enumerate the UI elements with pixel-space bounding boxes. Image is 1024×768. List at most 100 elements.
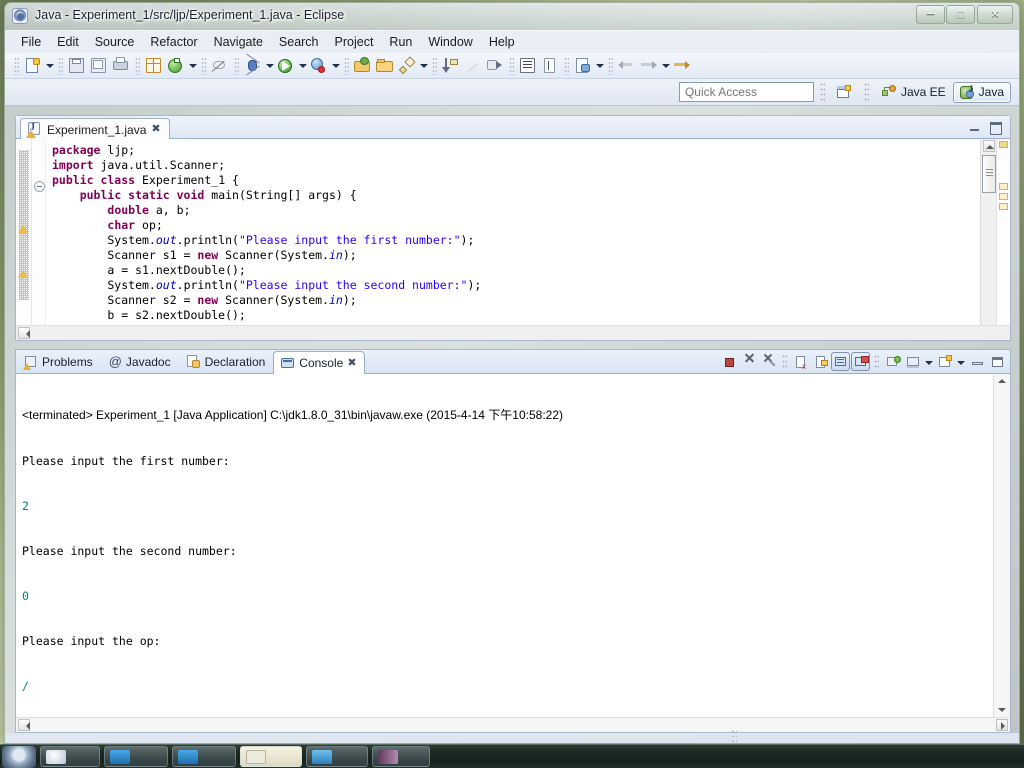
- open-task-icon[interactable]: [374, 55, 396, 77]
- last-edit-location-icon[interactable]: [484, 55, 506, 77]
- toggle-mark-occurrences-icon[interactable]: [517, 55, 539, 77]
- menu-project[interactable]: Project: [327, 33, 382, 51]
- menu-file[interactable]: File: [13, 33, 49, 51]
- overview-warning-marker[interactable]: [999, 193, 1008, 200]
- new-java-class-icon[interactable]: [572, 55, 594, 77]
- tab-javadoc[interactable]: @ Javadoc: [101, 350, 179, 373]
- scroll-up-arrow[interactable]: [983, 140, 995, 152]
- next-annotation-icon[interactable]: [440, 55, 462, 77]
- show-console-on-output-icon[interactable]: [831, 352, 850, 371]
- editor-vertical-scrollbar[interactable]: [980, 139, 996, 340]
- next-icon[interactable]: [671, 55, 693, 77]
- code-editor[interactable]: package ljp; import java.util.Scanner; p…: [46, 139, 980, 340]
- scroll-right-arrow[interactable]: [996, 719, 1008, 731]
- taskbar-item[interactable]: [240, 746, 302, 767]
- close-icon[interactable]: ✖: [347, 357, 356, 369]
- clear-console-icon[interactable]: x: [791, 352, 810, 371]
- terminate-icon[interactable]: [719, 352, 738, 371]
- tab-console[interactable]: Console ✖: [273, 351, 365, 374]
- debug-icon[interactable]: [242, 53, 264, 77]
- overview-warning-marker[interactable]: [999, 203, 1008, 210]
- show-whitespace-icon[interactable]: [539, 55, 561, 77]
- menu-run[interactable]: Run: [381, 33, 420, 51]
- menu-navigate[interactable]: Navigate: [206, 33, 271, 51]
- overview-warning-marker[interactable]: [999, 141, 1008, 148]
- overview-ruler[interactable]: [996, 139, 1010, 340]
- console-output[interactable]: <terminated> Experiment_1 [Java Applicat…: [22, 378, 992, 716]
- search-icon[interactable]: [396, 55, 418, 77]
- menu-source[interactable]: Source: [87, 33, 143, 51]
- resize-grip[interactable]: [731, 729, 737, 743]
- forward-icon[interactable]: [638, 55, 660, 77]
- forward-dropdown-arrow[interactable]: [660, 55, 671, 77]
- external-tools-icon[interactable]: [308, 55, 330, 77]
- new-java-package-icon[interactable]: [143, 55, 165, 77]
- previous-annotation-icon[interactable]: [462, 55, 484, 77]
- scroll-left-arrow[interactable]: [18, 327, 30, 339]
- taskbar-item[interactable]: [40, 746, 100, 767]
- editor-tab-experiment1[interactable]: J Experiment_1.java ✖: [20, 118, 170, 140]
- open-console-icon[interactable]: [935, 352, 954, 371]
- warning-marker[interactable]: [18, 268, 29, 279]
- scroll-lock-icon[interactable]: [811, 352, 830, 371]
- scroll-up-arrow[interactable]: [996, 375, 1008, 387]
- print-icon[interactable]: [110, 55, 132, 77]
- perspective-java-ee[interactable]: Java EE: [875, 82, 953, 103]
- overview-warning-marker[interactable]: [999, 183, 1008, 190]
- open-perspective-icon[interactable]: [836, 84, 852, 100]
- taskbar-item[interactable]: [372, 746, 430, 767]
- folding-ruler[interactable]: [32, 139, 46, 340]
- taskbar-item[interactable]: [306, 746, 368, 767]
- new-wizard-icon[interactable]: [22, 55, 44, 77]
- menu-search[interactable]: Search: [271, 33, 327, 51]
- menu-edit[interactable]: Edit: [49, 33, 87, 51]
- warning-marker[interactable]: [18, 223, 29, 234]
- start-button[interactable]: [2, 745, 36, 768]
- open-console-dropdown-arrow[interactable]: [955, 352, 966, 371]
- save-all-icon[interactable]: [88, 55, 110, 77]
- tab-problems[interactable]: Problems: [16, 350, 101, 373]
- debug-dropdown-arrow[interactable]: [264, 55, 275, 77]
- run-icon[interactable]: [275, 55, 297, 77]
- menu-help[interactable]: Help: [481, 33, 523, 51]
- run-dropdown-arrow[interactable]: [297, 55, 308, 77]
- display-console-dropdown-arrow[interactable]: [923, 352, 934, 371]
- scrollbar-thumb[interactable]: [982, 155, 996, 193]
- marker-ruler[interactable]: [16, 139, 32, 340]
- save-icon[interactable]: [66, 55, 88, 77]
- taskbar-item[interactable]: [172, 746, 236, 767]
- scroll-left-arrow[interactable]: [18, 719, 30, 731]
- search-dropdown-arrow[interactable]: [418, 55, 429, 77]
- new-dropdown-arrow[interactable]: [44, 55, 55, 77]
- console-horizontal-scrollbar[interactable]: [16, 717, 1010, 732]
- menu-window[interactable]: Window: [420, 33, 480, 51]
- remove-launch-icon[interactable]: [739, 352, 758, 371]
- tab-declaration[interactable]: Declaration: [179, 350, 274, 373]
- minimize-button[interactable]: –: [916, 5, 945, 24]
- search-input[interactable]: [678, 82, 814, 102]
- maximize-console-icon[interactable]: [987, 352, 1006, 371]
- back-icon[interactable]: [616, 55, 638, 77]
- open-type-icon[interactable]: [352, 55, 374, 77]
- taskbar-item[interactable]: [104, 746, 168, 767]
- minimize-editor-icon[interactable]: [968, 121, 982, 135]
- display-selected-console-icon[interactable]: [903, 352, 922, 371]
- scroll-down-arrow[interactable]: [996, 704, 1008, 716]
- skip-breakpoints-icon[interactable]: [209, 55, 231, 77]
- console-vertical-scrollbar[interactable]: [993, 374, 1010, 717]
- close-icon[interactable]: ✖: [151, 124, 160, 135]
- collapse-icon[interactable]: [34, 181, 45, 192]
- perspective-java[interactable]: J Java: [952, 81, 1011, 103]
- build-dropdown-arrow[interactable]: [187, 55, 198, 77]
- new-class-dropdown-arrow[interactable]: [594, 55, 605, 77]
- editor-horizontal-scrollbar[interactable]: [16, 325, 1010, 340]
- maximize-editor-icon[interactable]: [988, 120, 1002, 135]
- maximize-button[interactable]: □: [946, 5, 975, 24]
- close-button[interactable]: ✕: [977, 5, 1013, 24]
- external-tools-dropdown-arrow[interactable]: [330, 55, 341, 77]
- build-all-icon[interactable]: [165, 55, 187, 77]
- menu-refactor[interactable]: Refactor: [142, 33, 205, 51]
- minimize-console-icon[interactable]: [967, 352, 986, 371]
- remove-all-terminated-icon[interactable]: [759, 352, 778, 371]
- show-console-on-error-icon[interactable]: [851, 352, 870, 371]
